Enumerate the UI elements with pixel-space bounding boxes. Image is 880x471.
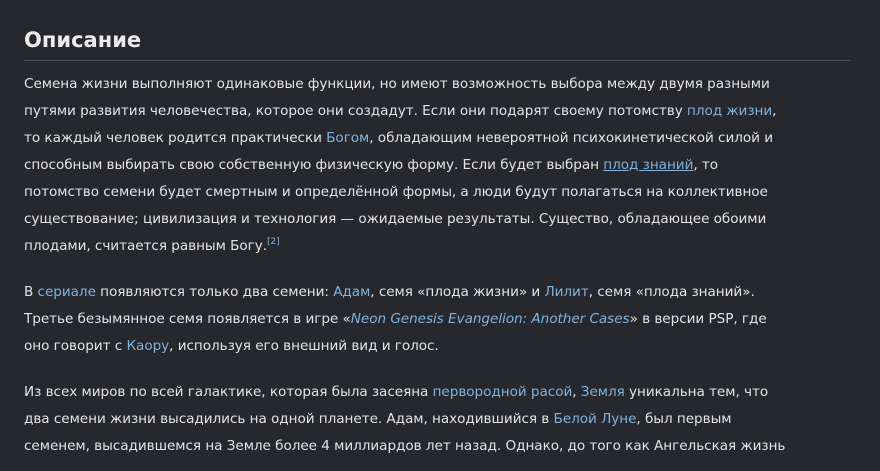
text: то каждый человек родится практически bbox=[24, 130, 327, 146]
text: семенем, высадившемся на Земле более 4 м… bbox=[24, 438, 786, 454]
text-line: Из всех миров по всей галактике, которая… bbox=[24, 379, 852, 406]
text: , семя «плода знаний». bbox=[588, 284, 755, 300]
text: , используя его внешний вид и голос. bbox=[169, 338, 439, 354]
link-lilith[interactable]: Лилит bbox=[544, 284, 588, 300]
text-line: потомство семени будет смертным и опреде… bbox=[24, 179, 852, 206]
article-page: Описание Семена жизни выполняют одинаков… bbox=[0, 0, 880, 471]
text-line: два семени жизни высадились на одной пла… bbox=[24, 406, 852, 433]
section-title: Описание bbox=[24, 28, 142, 52]
link-god[interactable]: Богом bbox=[326, 130, 369, 146]
link-kaworu[interactable]: Каору bbox=[126, 338, 169, 354]
text-line: Семена жизни выполняют одинаковые функци… bbox=[24, 71, 852, 98]
link-another-cases[interactable]: Neon Genesis Evangelion: Another Cases bbox=[351, 311, 630, 327]
text: появляются только два семени: bbox=[95, 284, 334, 300]
text: , семя «плода жизни» и bbox=[370, 284, 545, 300]
text-line: Третье безымянное семя появляется в игре… bbox=[24, 306, 852, 333]
link-fruit-of-knowledge[interactable]: плод знаний bbox=[603, 157, 693, 173]
text: оно говорит с bbox=[24, 338, 127, 354]
text-line: существование; цивилизация и технология … bbox=[24, 206, 852, 233]
link-series[interactable]: сериале bbox=[38, 284, 96, 300]
text: В bbox=[24, 284, 38, 300]
text: , был первым bbox=[636, 411, 732, 427]
link-white-moon[interactable]: Белой Луне bbox=[554, 411, 637, 427]
text-line: путями развития человечества, которое он… bbox=[24, 98, 852, 125]
text-line: плодами, считается равным Богу.[2] bbox=[24, 233, 852, 260]
text-line: то каждый человек родится практически Бо… bbox=[24, 125, 852, 152]
link-fruit-of-life[interactable]: плод жизни bbox=[687, 103, 772, 119]
text-line: семенем, высадившемся на Земле более 4 м… bbox=[24, 433, 852, 460]
text: Третье безымянное семя появляется в игре… bbox=[24, 311, 351, 327]
text: два семени жизни высадились на одной пла… bbox=[24, 411, 554, 427]
paragraph-earth: Из всех миров по всей галактике, которая… bbox=[24, 379, 852, 460]
text: Семена жизни выполняют одинаковые функци… bbox=[24, 76, 770, 92]
text-line: оно говорит с Каору, используя его внешн… bbox=[24, 333, 852, 360]
text: , bbox=[572, 384, 581, 400]
text: путями развития человечества, которое он… bbox=[24, 103, 687, 119]
text: плодами, считается равным Богу. bbox=[24, 238, 267, 254]
paragraph-description: Семена жизни выполняют одинаковые функци… bbox=[24, 71, 852, 260]
link-adam[interactable]: Адам bbox=[333, 284, 370, 300]
text: , bbox=[772, 103, 777, 119]
reference-marker: [2] bbox=[267, 237, 280, 247]
text: Из всех миров по всей галактике, которая… bbox=[24, 384, 433, 400]
text: существование; цивилизация и технология … bbox=[24, 211, 767, 227]
link-earth[interactable]: Земля bbox=[581, 384, 625, 400]
text-line: В сериале появляются только два семени: … bbox=[24, 279, 852, 306]
text: способным выбирать свою собственную физи… bbox=[24, 157, 604, 173]
text: потомство семени будет смертным и опреде… bbox=[24, 184, 768, 200]
section-divider bbox=[24, 60, 850, 61]
text-line: способным выбирать свою собственную физи… bbox=[24, 152, 852, 179]
link-first-ancestral-race[interactable]: первородной расой bbox=[433, 384, 573, 400]
paragraph-seeds: В сериале появляются только два семени: … bbox=[24, 279, 852, 360]
text: » в версии PSP, где bbox=[629, 311, 767, 327]
text: уникальна тем, что bbox=[624, 384, 769, 400]
text: , то bbox=[693, 157, 719, 173]
reference-link[interactable]: [2] bbox=[267, 237, 280, 247]
text: , обладающим невероятной психокинетическ… bbox=[369, 130, 774, 146]
